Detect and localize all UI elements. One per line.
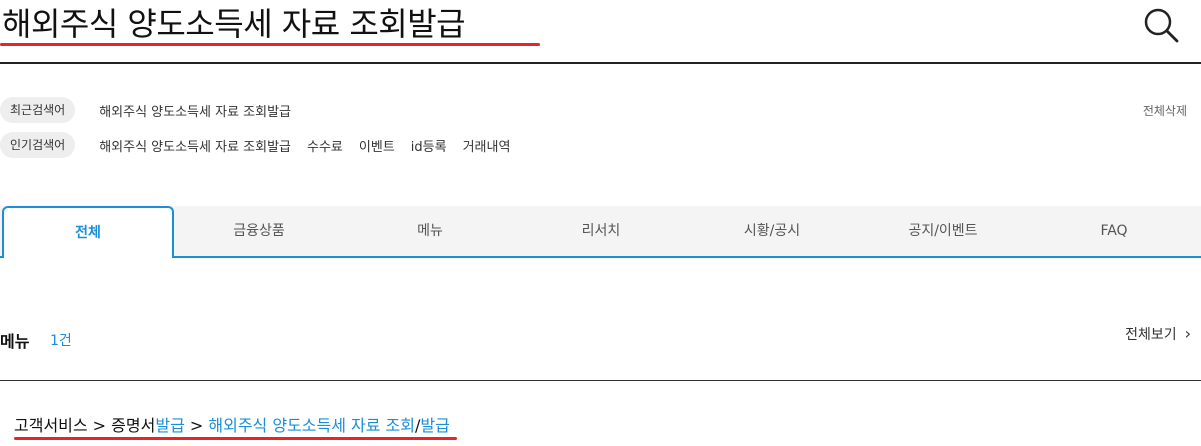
popular-keyword-item[interactable]: id등록 (411, 136, 447, 155)
menu-result-link[interactable]: 고객서비스 > 증명서발급 > 해외주식 양도소득세 자료 조회/발급 (14, 414, 450, 438)
popular-keywords-row: 인기검색어 해외주식 양도소득세 자료 조회발급 수수료 이벤트 id등록 거래… (0, 132, 1201, 158)
result-underline (14, 437, 457, 440)
menu-section-header: 메뉴 1건 전체보기 › (0, 322, 1201, 358)
result-tabs: 전체 금융상품 메뉴 리서치 시황/공시 공지/이벤트 FAQ (0, 206, 1201, 258)
popular-keywords-label: 인기검색어 (0, 132, 76, 158)
result-path-highlight: 발급 (420, 416, 450, 435)
tab-research[interactable]: 리서치 (516, 206, 686, 256)
delete-all-button[interactable]: 전체삭제 (1143, 102, 1187, 119)
popular-keyword-item[interactable]: 해외주식 양도소득세 자료 조회발급 (99, 136, 291, 155)
result-path-highlight: 발급 (155, 416, 185, 435)
result-path-separator: > (184, 416, 209, 435)
chevron-right-icon: › (1184, 324, 1191, 343)
view-all-link[interactable]: 전체보기 › (1125, 324, 1191, 344)
popular-keywords-list: 해외주식 양도소득세 자료 조회발급 수수료 이벤트 id등록 거래내역 (99, 136, 510, 155)
tab-financial-products[interactable]: 금융상품 (174, 206, 344, 256)
popular-keyword-item[interactable]: 거래내역 (463, 136, 511, 155)
search-icon (1144, 8, 1179, 43)
recent-keywords-row: 최근검색어 해외주식 양도소득세 자료 조회발급 전체삭제 (0, 97, 1201, 123)
recent-keywords-label: 최근검색어 (0, 97, 76, 123)
section-divider (0, 380, 1201, 381)
recent-keywords-list: 해외주식 양도소득세 자료 조회발급 (99, 101, 291, 120)
result-path-part: 고객서비스 > 증명서 (14, 416, 156, 435)
popular-keyword-item[interactable]: 수수료 (307, 136, 343, 155)
result-count: 1건 (50, 333, 72, 349)
tab-notice-event[interactable]: 공지/이벤트 (858, 206, 1028, 256)
result-path-highlight: 해외주식 양도소득세 자료 조회 (208, 416, 415, 435)
section-title: 메뉴 (0, 332, 30, 351)
tab-faq[interactable]: FAQ (1028, 206, 1200, 256)
search-query-title[interactable]: 해외주식 양도소득세 자료 조회발급 (2, 2, 466, 46)
view-all-label: 전체보기 (1125, 327, 1177, 343)
recent-keyword-item[interactable]: 해외주식 양도소득세 자료 조회발급 (99, 101, 291, 120)
tab-market-disclosure[interactable]: 시황/공시 (686, 206, 858, 256)
popular-keyword-item[interactable]: 이벤트 (359, 136, 395, 155)
search-title-underline (0, 43, 540, 46)
tab-all[interactable]: 전체 (2, 206, 174, 258)
search-button[interactable] (1141, 4, 1181, 44)
tab-menu[interactable]: 메뉴 (344, 206, 516, 256)
search-header: 해외주식 양도소득세 자료 조회발급 (0, 0, 1201, 64)
